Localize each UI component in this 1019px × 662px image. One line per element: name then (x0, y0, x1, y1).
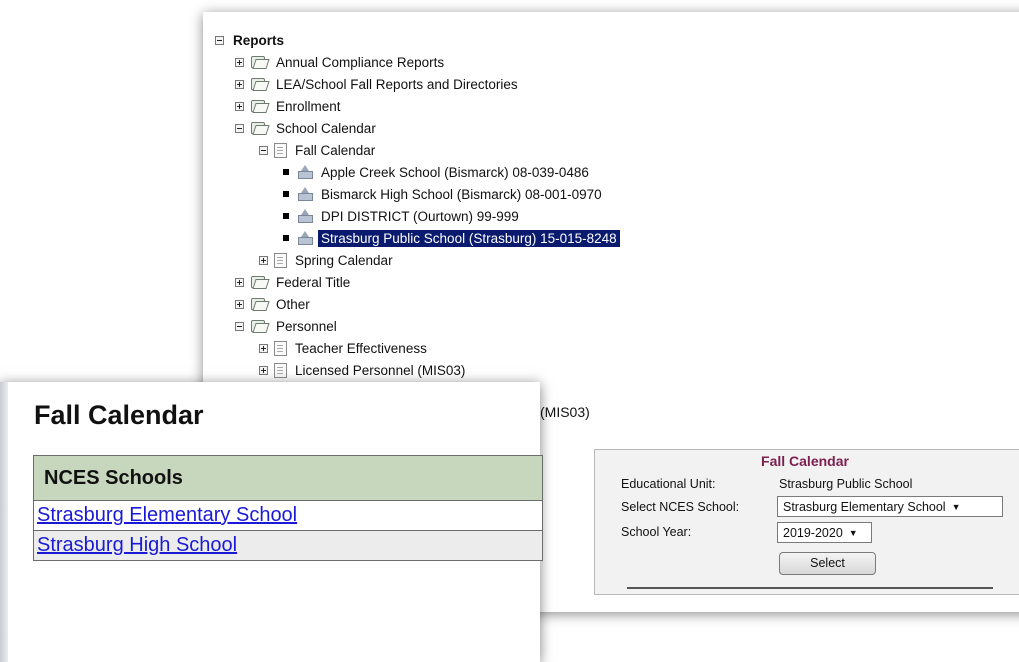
tree-node-annual-compliance[interactable]: Annual Compliance Reports (235, 52, 447, 72)
bullet-icon (283, 213, 289, 219)
expand-icon[interactable] (235, 57, 244, 67)
expand-icon[interactable] (235, 101, 244, 111)
school-year-selected-value: 2019-2020 (783, 525, 843, 540)
tree-label-selected: Strasburg Public School (Strasburg) 15-0… (318, 229, 620, 247)
folder-icon (250, 99, 270, 114)
tree-node-enrollment[interactable]: Enrollment (235, 96, 344, 116)
tree-label: Bismarck High School (Bismarck) 08-001-0… (321, 186, 602, 202)
collapse-icon[interactable] (235, 321, 244, 331)
tree-node-lea-fall-reports[interactable]: LEA/School Fall Reports and Directories (235, 74, 521, 94)
tree-label: Teacher Effectiveness (295, 340, 427, 356)
tree-label: Annual Compliance Reports (276, 54, 445, 70)
school-building-icon (297, 230, 314, 246)
school-building-icon (297, 164, 314, 180)
folder-icon (250, 55, 270, 70)
tree-label: Spring Calendar (295, 252, 393, 268)
tree-node-reports[interactable]: Reports (215, 30, 287, 50)
expand-icon[interactable] (235, 277, 244, 287)
document-icon (274, 340, 287, 356)
bullet-icon (283, 169, 289, 175)
expand-icon[interactable] (259, 255, 268, 265)
dropdown-arrow-icon: ▼ (951, 501, 961, 512)
tree-label: Federal Title (276, 274, 351, 290)
tree-label: LEA/School Fall Reports and Directories (276, 76, 518, 92)
tree-node-teacher-effectiveness[interactable]: Teacher Effectiveness (259, 338, 430, 358)
folder-icon (250, 121, 270, 136)
expand-icon[interactable] (259, 365, 268, 375)
table-row: Strasburg High School (33, 531, 543, 561)
tree-node-school[interactable]: Apple Creek School (Bismarck) 08-039-048… (283, 162, 592, 182)
bullet-icon (283, 235, 289, 241)
tree-node-federal-title[interactable]: Federal Title (235, 272, 353, 292)
tree-label: DPI DISTRICT (Ourtown) 99-999 (321, 208, 519, 224)
tree-label: Personnel (276, 318, 337, 334)
folder-icon (250, 275, 270, 290)
document-icon (274, 252, 287, 268)
tree-node-school-selected[interactable]: Strasburg Public School (Strasburg) 15-0… (283, 228, 620, 248)
page-title: Fall Calendar (34, 400, 204, 430)
tree-label: Enrollment (276, 98, 341, 114)
nces-school-label: Select NCES School: (621, 500, 740, 514)
divider (627, 587, 993, 589)
form-title: Fall Calendar (761, 453, 849, 469)
nces-school-selected-value: Strasburg Elementary School (783, 499, 946, 514)
tree-node-licensed-personnel[interactable]: Licensed Personnel (MIS03) (259, 360, 468, 380)
folder-icon (250, 77, 270, 92)
tree-label: School Calendar (276, 120, 376, 136)
school-year-label: School Year: (621, 525, 692, 539)
bullet-icon (283, 191, 289, 197)
dropdown-arrow-icon: ▼ (848, 527, 858, 538)
tree-label: Apple Creek School (Bismarck) 08-039-048… (321, 164, 589, 180)
expand-icon[interactable] (259, 343, 268, 353)
select-button[interactable]: Select (779, 552, 876, 575)
fall-calendar-form: Fall Calendar Educational Unit: Strasbur… (594, 449, 1019, 595)
tree-node-fall-calendar[interactable]: Fall Calendar (259, 140, 378, 160)
expand-icon[interactable] (235, 299, 244, 309)
school-building-icon (297, 186, 314, 202)
educational-unit-value: Strasburg Public School (779, 477, 913, 491)
school-year-select[interactable]: 2019-2020 ▼ (777, 522, 872, 543)
collapse-icon[interactable] (215, 35, 224, 45)
educational-unit-label: Educational Unit: (621, 477, 716, 491)
tree-node-school[interactable]: DPI DISTRICT (Ourtown) 99-999 (283, 206, 522, 226)
tree-label: Fall Calendar (295, 142, 376, 158)
school-building-icon (297, 208, 314, 224)
fall-calendar-panel: Fall Calendar NCES Schools Strasburg Ele… (0, 382, 543, 662)
nces-table-header: NCES Schools (33, 455, 543, 501)
window-edge (0, 382, 8, 662)
document-icon (274, 142, 287, 158)
collapse-icon[interactable] (259, 145, 268, 155)
folder-icon (250, 297, 270, 312)
tree-label-partial: (MIS03) (540, 404, 590, 420)
nces-school-link[interactable]: Strasburg Elementary School (37, 504, 297, 527)
table-row: Strasburg Elementary School (33, 501, 543, 531)
tree-node-spring-calendar[interactable]: Spring Calendar (259, 250, 396, 270)
tree-node-other[interactable]: Other (235, 294, 313, 314)
collapse-icon[interactable] (235, 123, 244, 133)
tree-node-school[interactable]: Bismarck High School (Bismarck) 08-001-0… (283, 184, 605, 204)
nces-school-select[interactable]: Strasburg Elementary School ▼ (777, 496, 1003, 517)
document-icon (274, 362, 287, 378)
nces-school-link[interactable]: Strasburg High School (37, 534, 237, 557)
tree-label: Licensed Personnel (MIS03) (295, 362, 466, 378)
folder-icon (250, 319, 270, 334)
tree-label: Reports (233, 32, 285, 48)
tree-node-personnel[interactable]: Personnel (235, 316, 340, 336)
tree-label: Other (276, 296, 310, 312)
tree-node-school-calendar[interactable]: School Calendar (235, 118, 379, 138)
expand-icon[interactable] (235, 79, 244, 89)
